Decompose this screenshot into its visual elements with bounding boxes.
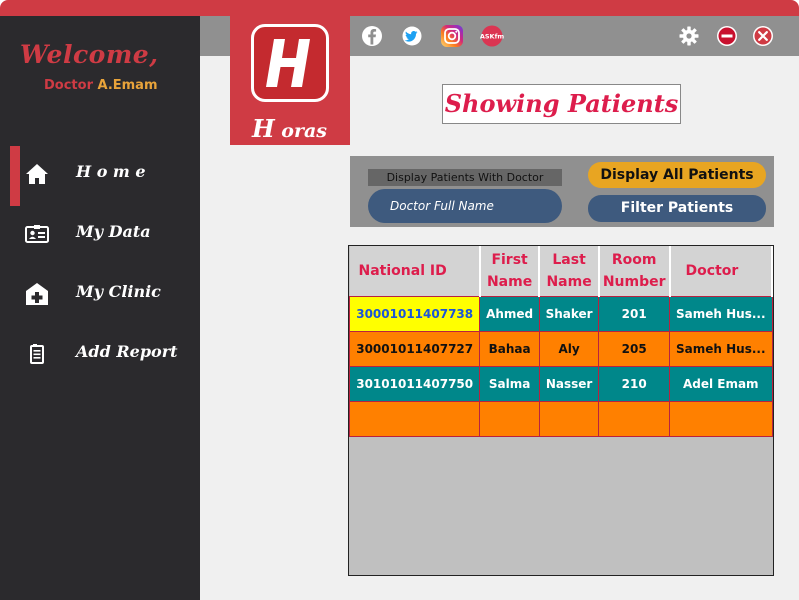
sidebar-item-my-clinic[interactable]: My Clinic xyxy=(0,266,200,322)
cell-doctor[interactable]: Adel Emam xyxy=(669,365,773,402)
table-header-row: National ID First Name Last Name Room Nu… xyxy=(349,246,774,296)
cell-room-number[interactable] xyxy=(598,400,671,437)
cell-room-number[interactable]: 205 xyxy=(598,330,671,367)
table-row[interactable]: 30101011407750 Salma Nasser 210 Adel Ema… xyxy=(348,365,773,402)
cell-last-name[interactable]: Shaker xyxy=(538,295,600,332)
facebook-icon[interactable] xyxy=(360,24,384,48)
cell-room-number[interactable]: 210 xyxy=(598,365,671,402)
column-header-doctor[interactable]: Doctor xyxy=(669,246,774,296)
instagram-icon[interactable] xyxy=(440,24,464,48)
column-header-first-name[interactable]: First Name xyxy=(479,246,541,296)
filter-patients-button[interactable]: Filter Patients xyxy=(588,195,766,222)
sidebar-item-my-data[interactable]: My Data xyxy=(0,206,200,262)
column-header-label: First Name xyxy=(486,251,533,290)
doctor-prefix: Doctor xyxy=(44,78,98,93)
home-icon xyxy=(26,164,48,184)
column-header-national-id[interactable]: National ID xyxy=(349,246,481,296)
filter-label: Display Patients With Doctor xyxy=(368,169,562,186)
brand-name: H oras xyxy=(252,114,327,143)
sidebar-item-label: Add Report xyxy=(76,342,178,361)
cell-first-name[interactable]: Salma xyxy=(479,365,540,402)
column-header-last-name[interactable]: Last Name xyxy=(539,246,600,296)
cell-national-id[interactable] xyxy=(348,400,481,437)
cell-last-name[interactable] xyxy=(538,400,600,437)
cell-national-id[interactable]: 30101011407750 xyxy=(348,365,481,402)
app-logo: H oras xyxy=(230,16,350,145)
table-row-empty[interactable] xyxy=(348,400,773,437)
svg-text:ASKfm: ASKfm xyxy=(480,33,504,41)
column-header-room-number[interactable]: Room Number xyxy=(598,246,671,296)
doctor-greeting: Doctor A.Emam xyxy=(44,78,158,93)
logo-h-icon xyxy=(266,39,310,87)
cell-first-name[interactable]: Bahaa xyxy=(479,330,540,367)
page-title-box: Showing Patients xyxy=(442,84,681,124)
close-icon[interactable] xyxy=(752,25,774,47)
window-top-edge xyxy=(0,0,799,16)
welcome-text: Welcome, xyxy=(20,40,159,69)
id-card-icon xyxy=(25,225,49,243)
sidebar: Welcome, Doctor A.Emam H o m e My Data M… xyxy=(0,16,200,600)
doctor-name-input[interactable] xyxy=(368,189,562,223)
twitter-icon[interactable] xyxy=(400,24,424,48)
cell-last-name[interactable]: Aly xyxy=(538,330,600,367)
sidebar-item-label: My Data xyxy=(76,222,151,241)
cell-first-name[interactable]: Ahmed xyxy=(479,295,540,332)
cell-last-name[interactable]: Nasser xyxy=(538,365,600,402)
askfm-icon[interactable]: ASKfm xyxy=(480,24,504,48)
page-title: Showing Patients xyxy=(444,89,679,118)
column-header-label: Last Name xyxy=(546,251,592,290)
patients-table[interactable]: National ID First Name Last Name Room Nu… xyxy=(348,245,774,576)
cell-national-id[interactable]: 30001011407727 xyxy=(348,330,481,367)
table-row[interactable]: 30001011407727 Bahaa Aly 205 Sameh Hus..… xyxy=(348,330,773,367)
cell-doctor[interactable] xyxy=(669,400,773,437)
cell-room-number[interactable]: 201 xyxy=(598,295,671,332)
minimize-icon[interactable] xyxy=(716,25,738,47)
cell-first-name[interactable] xyxy=(479,400,540,437)
cell-national-id[interactable]: 30001011407738 xyxy=(348,295,481,332)
sidebar-item-label: H o m e xyxy=(76,162,146,181)
logo-emblem xyxy=(251,24,329,102)
column-header-label: Room Number xyxy=(602,251,666,290)
cell-doctor[interactable]: Sameh Hus... xyxy=(669,330,773,367)
table-row[interactable]: 30001011407738 Ahmed Shaker 201 Sameh Hu… xyxy=(348,295,773,332)
hospital-icon xyxy=(26,283,48,305)
sidebar-item-label: My Clinic xyxy=(76,282,161,301)
settings-icon[interactable] xyxy=(678,25,700,47)
cell-doctor[interactable]: Sameh Hus... xyxy=(669,295,773,332)
doctor-name: A.Emam xyxy=(97,78,158,93)
active-indicator xyxy=(10,146,20,206)
sidebar-item-add-report[interactable]: Add Report xyxy=(0,326,200,382)
display-all-patients-button[interactable]: Display All Patients xyxy=(588,162,766,188)
sidebar-item-home[interactable]: H o m e xyxy=(0,146,200,206)
filter-panel: Display Patients With Doctor Display All… xyxy=(350,156,774,227)
report-icon xyxy=(30,344,44,364)
